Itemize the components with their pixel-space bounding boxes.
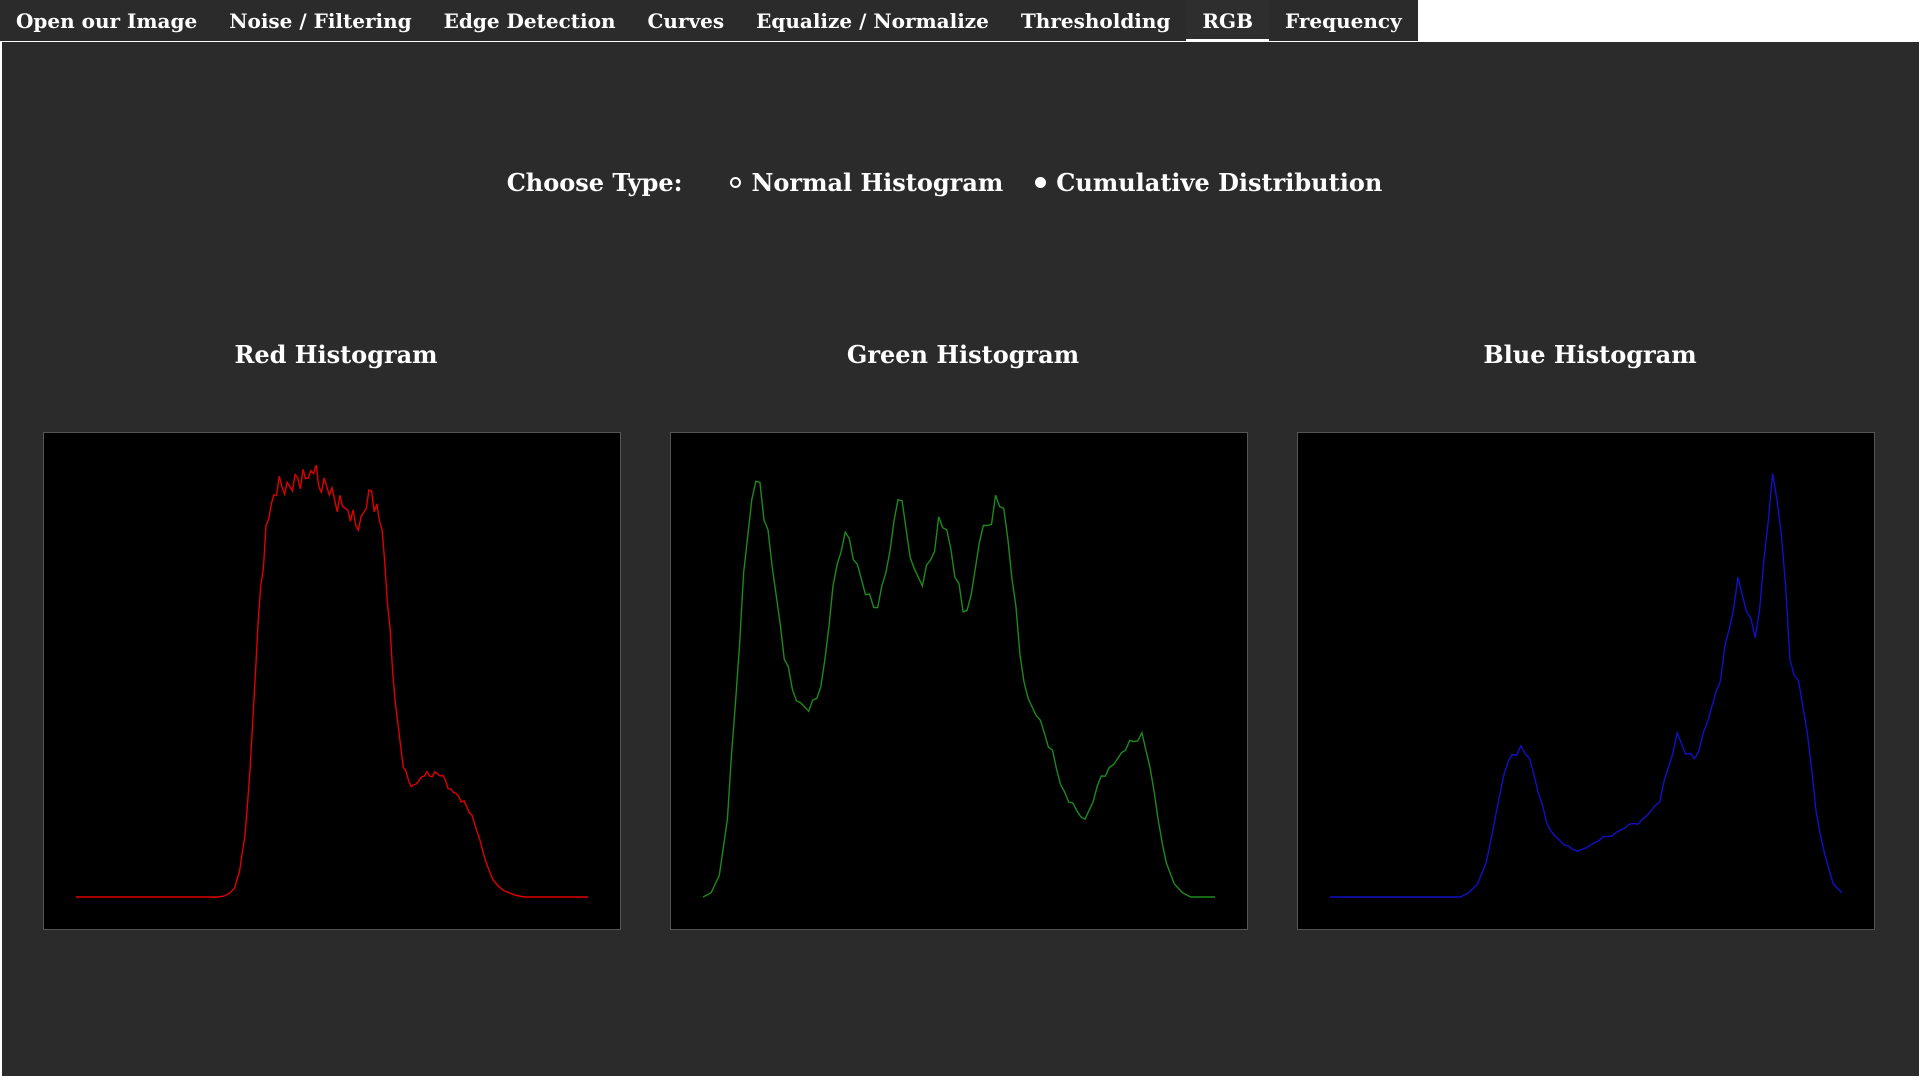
tab-bar: Open our Image Noise / Filtering Edge Dete… <box>0 0 1920 42</box>
red-histogram-title: Red Histogram <box>234 340 438 369</box>
radio-label: Normal Histogram <box>751 167 1004 197</box>
blue-histogram-title: Blue Histogram <box>1483 340 1697 369</box>
radio-normal-histogram[interactable]: Normal Histogram <box>730 168 1003 197</box>
green-histogram-plot <box>670 432 1248 930</box>
app-window: Open our Image Noise / Filtering Edge Dete… <box>0 0 1920 1080</box>
tab-list: Open our Image Noise / Filtering Edge Dete… <box>0 0 1418 41</box>
type-label: Choose Type: <box>506 167 683 197</box>
type-selector: Choose Type: Normal Histogram Cumulative… <box>2 162 1919 202</box>
tab-noise-filtering[interactable]: Noise / Filtering <box>213 0 428 41</box>
tab-equalize-normalize[interactable]: Equalize / Normalize <box>740 0 1005 41</box>
red-histogram-chart <box>76 464 588 898</box>
green-histogram-title: Green Histogram <box>846 340 1080 369</box>
radio-icon[interactable] <box>730 176 742 188</box>
radio-label: Cumulative Distribution <box>1056 167 1383 197</box>
tab-curves[interactable]: Curves <box>631 0 741 41</box>
red-histogram-plot <box>43 432 621 930</box>
blue-histogram-chart <box>1330 473 1843 898</box>
histogram-curve <box>702 480 1215 898</box>
tab-rgb[interactable]: RGB <box>1186 0 1270 41</box>
tab-thresholding[interactable]: Thresholding <box>1004 0 1187 41</box>
tab-frequency[interactable]: Frequency <box>1269 0 1418 41</box>
radio-cumulative-distribution[interactable]: Cumulative Distribution <box>1035 168 1382 197</box>
rgb-panel: Choose Type: Normal Histogram Cumulative… <box>1 42 1920 1076</box>
histogram-curve <box>1330 473 1843 898</box>
histogram-curve <box>76 464 588 898</box>
tab-edge-detection[interactable]: Edge Detection <box>427 0 632 41</box>
radio-selected-icon[interactable] <box>1035 176 1047 188</box>
blue-histogram-plot <box>1297 432 1875 930</box>
tab-open-our-image[interactable]: Open our Image <box>0 0 214 41</box>
green-histogram-chart <box>702 480 1215 898</box>
